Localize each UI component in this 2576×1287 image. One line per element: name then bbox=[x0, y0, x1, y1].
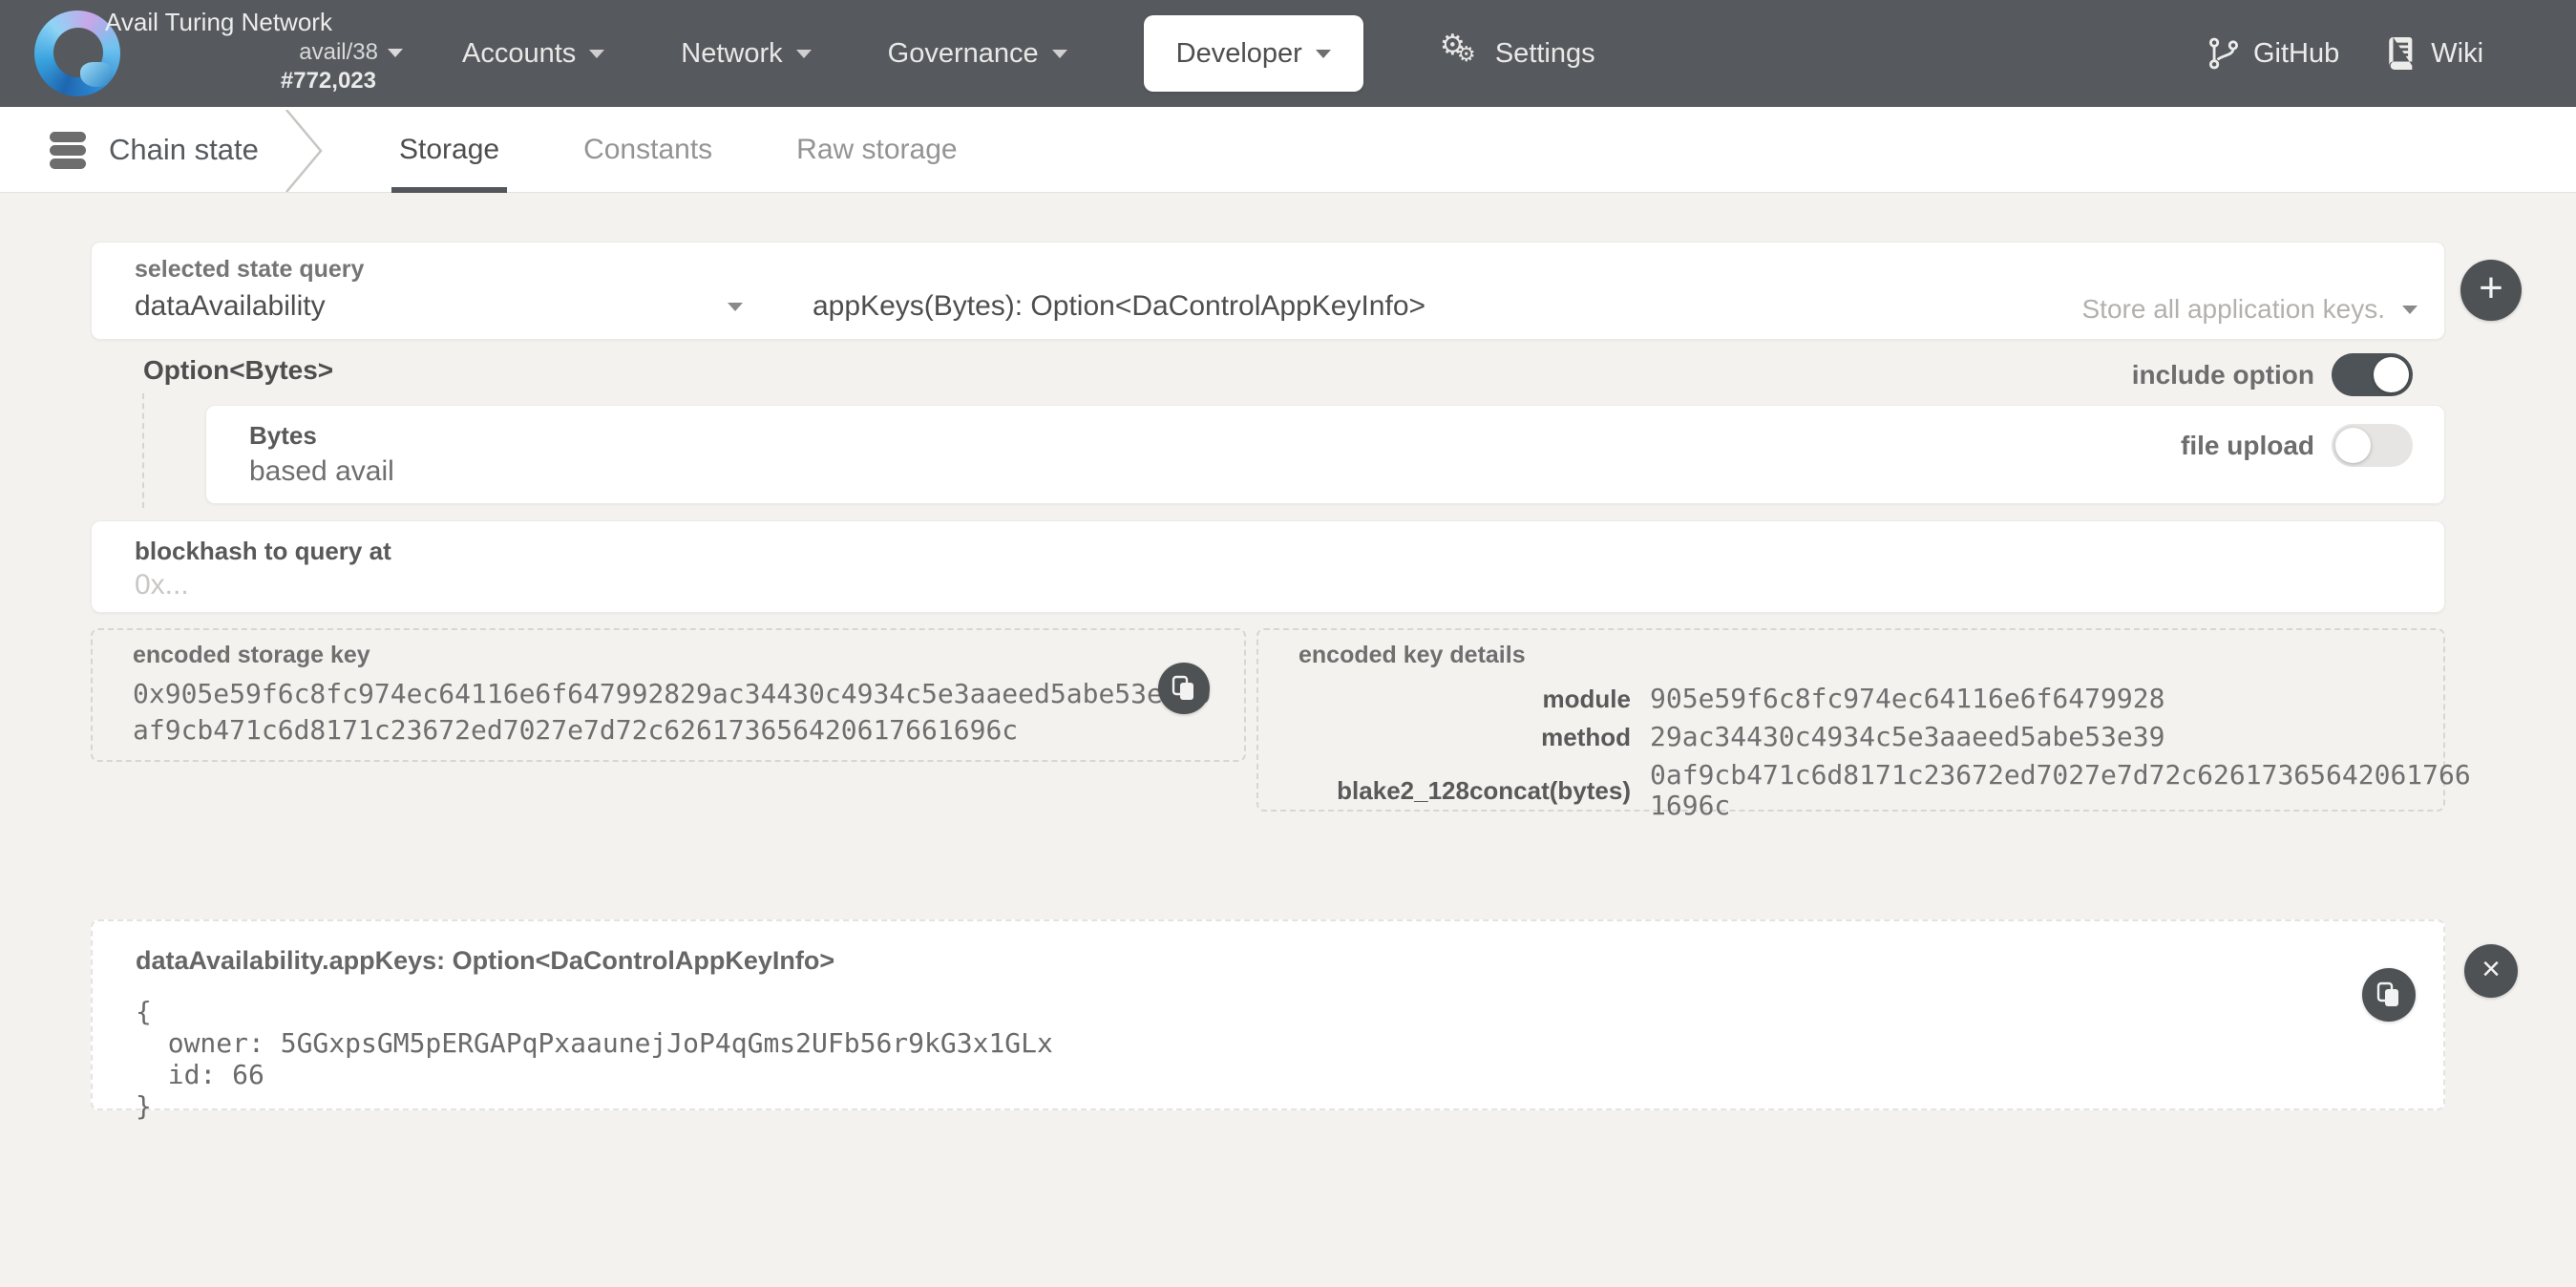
breadcrumb-chevron-icon bbox=[283, 110, 327, 192]
chain-spec-label: avail/38 bbox=[299, 38, 378, 67]
menu-developer-label: Developer bbox=[1176, 38, 1302, 70]
chevron-down-icon bbox=[1316, 50, 1331, 58]
result-title: dataAvailability.appKeys: Option<DaContr… bbox=[136, 946, 834, 976]
method-hint-text: Store all application keys. bbox=[2081, 294, 2385, 325]
param-indent-guide bbox=[142, 393, 144, 508]
method-hint-dropdown[interactable]: Store all application keys. bbox=[2081, 294, 2418, 325]
option-type-label: Option<Bytes> bbox=[143, 355, 333, 386]
detail-label-blake2: blake2_128concat(bytes) bbox=[1299, 776, 1631, 806]
menu-developer[interactable]: Developer bbox=[1144, 15, 1363, 92]
result-value: { owner: 5GGxpsGM5pERGAPqPxaaunejJoP4qGm… bbox=[136, 996, 1053, 1122]
close-result-button[interactable]: × bbox=[2464, 944, 2518, 998]
detail-label-method: method bbox=[1299, 723, 1631, 752]
chevron-down-icon bbox=[728, 303, 743, 311]
encoded-storage-key-label: encoded storage key bbox=[133, 642, 370, 669]
menu-settings-label: Settings bbox=[1495, 38, 1595, 70]
bytes-input[interactable]: based avail bbox=[249, 455, 394, 488]
copy-storage-key-button[interactable] bbox=[1158, 663, 1210, 714]
encoded-storage-key-value: 0x905e59f6c8fc974ec64116e6f647992829ac34… bbox=[133, 676, 1216, 749]
toggle-knob bbox=[2335, 428, 2371, 463]
encoded-key-details-label: encoded key details bbox=[1299, 642, 1526, 669]
menu-accounts[interactable]: Accounts bbox=[462, 38, 604, 70]
chain-spec: avail/38 bbox=[105, 38, 403, 67]
chevron-down-icon bbox=[796, 50, 812, 58]
include-option-toggle[interactable] bbox=[2332, 353, 2413, 396]
encoded-key-details-panel: encoded key details module 905e59f6c8fc9… bbox=[1256, 628, 2445, 812]
encoded-key-details-grid: module 905e59f6c8fc974ec64116e6f6479928 … bbox=[1299, 684, 2476, 821]
main-menu: Accounts Network Governance Developer ⚙⚙… bbox=[462, 0, 1595, 107]
file-upload-toggle[interactable] bbox=[2332, 424, 2413, 467]
close-icon: × bbox=[2481, 951, 2501, 988]
git-branch-icon bbox=[2207, 35, 2240, 72]
copy-icon bbox=[2376, 981, 2401, 1008]
detail-value-module: 905e59f6c8fc974ec64116e6f6479928 bbox=[1650, 684, 2476, 714]
toggle-knob bbox=[2374, 357, 2409, 392]
copy-result-button[interactable] bbox=[2362, 968, 2416, 1022]
menu-network[interactable]: Network bbox=[681, 38, 811, 70]
tab-constants[interactable]: Constants bbox=[583, 107, 712, 193]
add-query-button[interactable]: + bbox=[2460, 260, 2522, 321]
file-upload-row: file upload bbox=[2181, 424, 2413, 467]
menu-settings[interactable]: ⚙⚙ Settings bbox=[1440, 34, 1595, 73]
include-option-label: include option bbox=[2132, 360, 2314, 390]
query-result-card: dataAvailability.appKeys: Option<DaContr… bbox=[91, 919, 2445, 1110]
github-label: GitHub bbox=[2253, 38, 2339, 70]
include-option-row: include option bbox=[2132, 353, 2413, 396]
tab-raw-storage[interactable]: Raw storage bbox=[796, 107, 957, 193]
plus-icon: + bbox=[2479, 264, 2503, 312]
detail-value-method: 29ac34430c4934c5e3aaeed5abe53e39 bbox=[1650, 722, 2476, 752]
breadcrumb: Chain state bbox=[50, 107, 259, 193]
blockhash-card: blockhash to query at 0x... bbox=[91, 520, 2445, 613]
chevron-down-icon bbox=[589, 50, 604, 58]
menu-accounts-label: Accounts bbox=[462, 38, 576, 70]
database-icon bbox=[50, 132, 86, 169]
tab-bar: Chain state Storage Constants Raw storag… bbox=[0, 107, 2576, 193]
detail-label-module: module bbox=[1299, 685, 1631, 714]
book-icon bbox=[2385, 35, 2418, 72]
menu-network-label: Network bbox=[681, 38, 782, 70]
state-query-card: selected state query dataAvailability ap… bbox=[91, 242, 2445, 340]
network-name: Avail Turing Network bbox=[105, 6, 403, 38]
top-nav: Avail Turing Network avail/38 #772,023 A… bbox=[0, 0, 2576, 107]
query-label: selected state query bbox=[135, 256, 364, 284]
wiki-link[interactable]: Wiki bbox=[2385, 35, 2483, 72]
blockhash-label: blockhash to query at bbox=[135, 537, 391, 566]
external-links: GitHub Wiki bbox=[2207, 0, 2483, 107]
pallet-select[interactable]: dataAvailability bbox=[135, 290, 326, 323]
settings-gears-icon: ⚙⚙ bbox=[1440, 34, 1482, 73]
block-number: #772,023 bbox=[105, 67, 403, 95]
chain-state-page: Avail Turing Network avail/38 #772,023 A… bbox=[0, 0, 2576, 1287]
github-link[interactable]: GitHub bbox=[2207, 35, 2339, 72]
blockhash-input[interactable]: 0x... bbox=[135, 569, 189, 601]
detail-value-blake2: 0af9cb471c6d8171c23672ed7027e7d72c626173… bbox=[1650, 760, 2476, 821]
chevron-down-icon bbox=[1052, 50, 1067, 58]
network-selector[interactable]: Avail Turing Network avail/38 #772,023 bbox=[105, 6, 403, 95]
wiki-label: Wiki bbox=[2431, 38, 2483, 70]
method-select[interactable]: appKeys(Bytes): Option<DaControlAppKeyIn… bbox=[813, 290, 1425, 323]
menu-governance-label: Governance bbox=[888, 38, 1039, 70]
chevron-down-icon bbox=[388, 49, 403, 57]
chevron-down-icon bbox=[2402, 306, 2418, 314]
file-upload-label: file upload bbox=[2181, 431, 2314, 461]
tab-list: Storage Constants Raw storage bbox=[399, 107, 958, 193]
menu-governance[interactable]: Governance bbox=[888, 38, 1067, 70]
section-title: Chain state bbox=[109, 133, 259, 167]
bytes-param-card: Bytes based avail bbox=[205, 405, 2445, 504]
tab-storage[interactable]: Storage bbox=[399, 107, 499, 193]
encoded-storage-key-panel: encoded storage key 0x905e59f6c8fc974ec6… bbox=[91, 628, 1246, 762]
copy-icon bbox=[1172, 675, 1196, 702]
bytes-label: Bytes bbox=[249, 421, 317, 451]
